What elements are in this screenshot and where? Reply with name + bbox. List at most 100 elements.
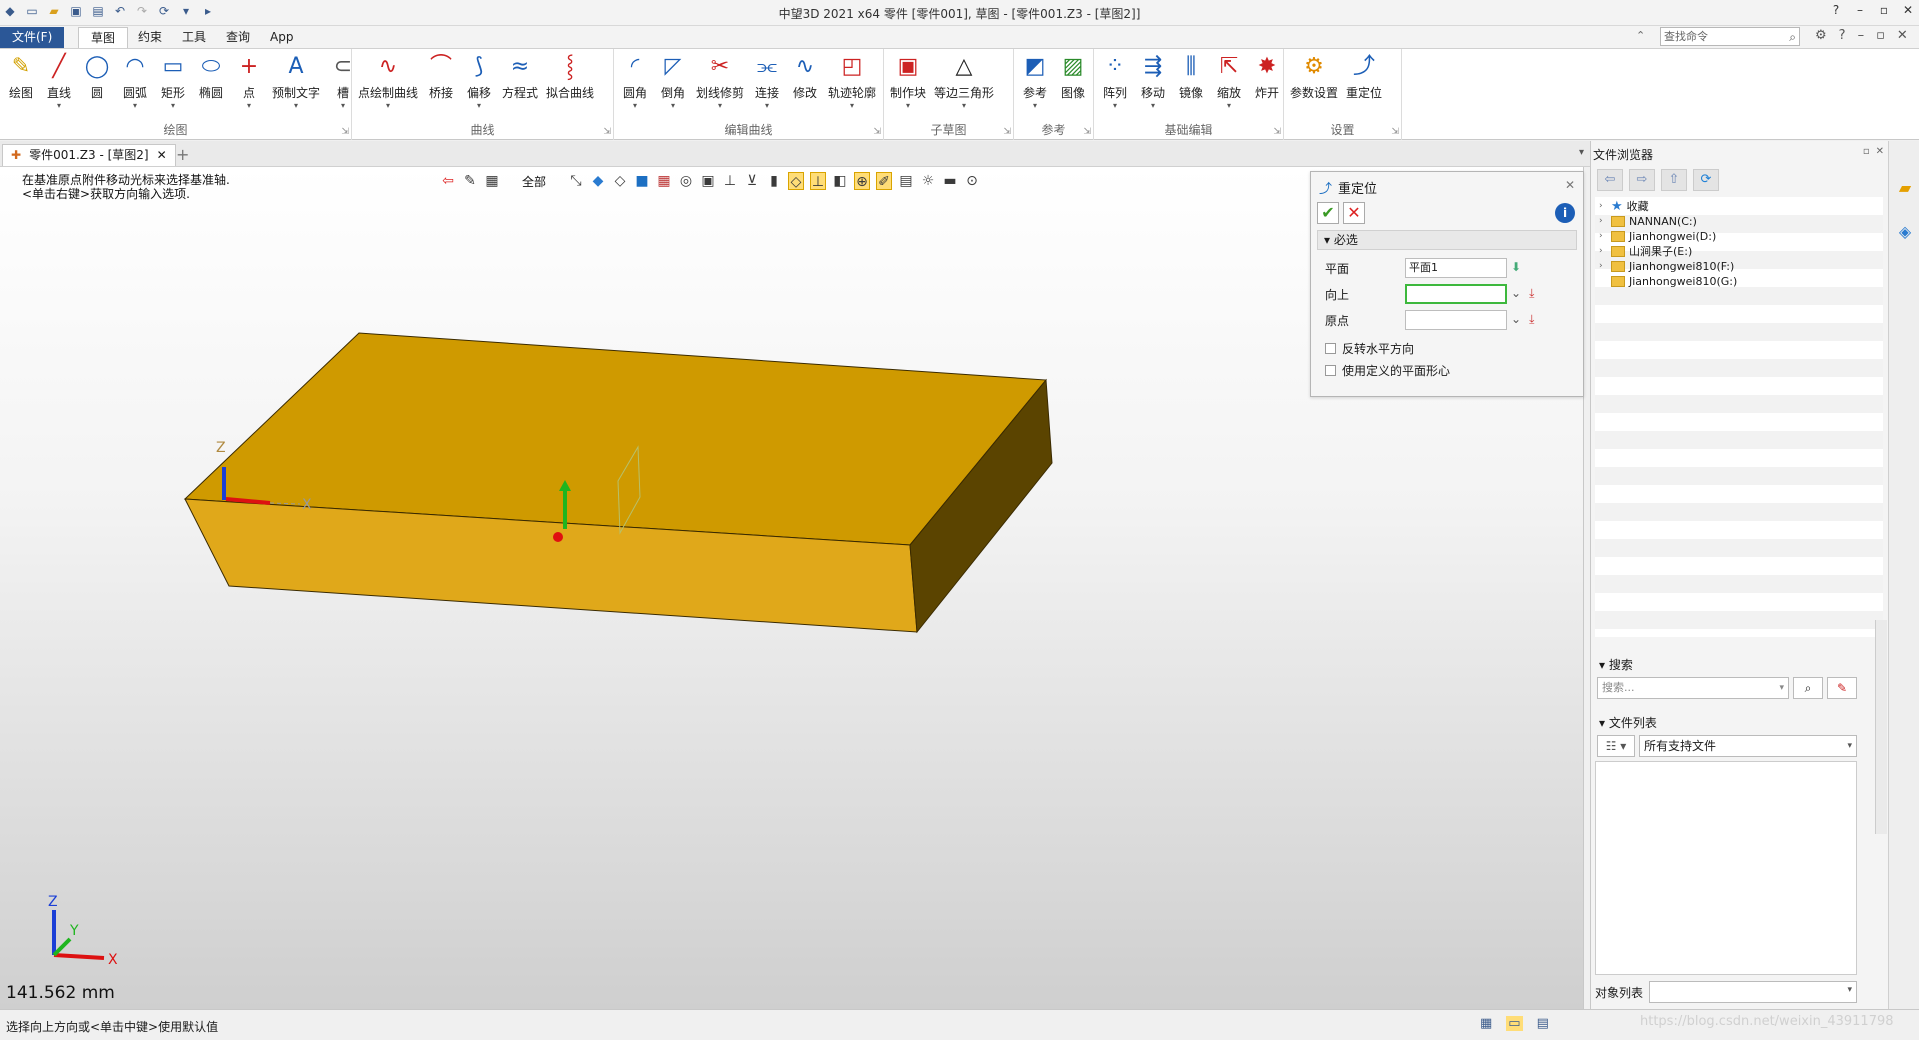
ok-button[interactable]: ✔ xyxy=(1317,202,1339,224)
view-cube-icon[interactable]: ◆ xyxy=(590,172,606,190)
edit-icon[interactable]: ✐ xyxy=(876,172,893,190)
collapse-ribbon-icon[interactable]: ⌃ xyxy=(1636,29,1645,42)
ribbon-button-modify[interactable]: ∿ 修改 xyxy=(786,52,824,111)
section-icon[interactable]: ▣ xyxy=(700,172,716,190)
ribbon-button-fillet[interactable]: ◜ 圆角 ▾ xyxy=(616,52,654,111)
ribbon-button-profile[interactable]: ◰ 轨迹轮廓 ▾ xyxy=(824,52,880,111)
file-search-input[interactable]: 搜索... ▾ xyxy=(1597,677,1789,699)
origin-field[interactable] xyxy=(1405,310,1507,330)
tab-constraint[interactable]: 约束 xyxy=(126,27,174,48)
snap-icon[interactable]: ⤡ xyxy=(568,172,584,190)
ribbon-button-explode[interactable]: ✸ 炸开 xyxy=(1248,52,1286,111)
pick-filter-icon[interactable]: ✎ xyxy=(462,172,478,190)
display-mode-icon[interactable]: ■ xyxy=(634,172,650,190)
display-icon[interactable]: ▭ xyxy=(1506,1016,1523,1031)
tab-query[interactable]: 查询 xyxy=(214,27,262,48)
light-icon[interactable]: ☼ xyxy=(920,172,936,190)
target-icon[interactable]: ⊕ xyxy=(854,172,871,190)
ribbon-button-curve[interactable]: ∿ 点绘制曲线 ▾ xyxy=(354,52,422,111)
filter-dropdown[interactable]: 全部 xyxy=(522,173,546,190)
search-section-header[interactable]: ▾ 搜索 xyxy=(1595,655,1883,675)
panel-close-icon[interactable]: ✕ xyxy=(1876,146,1884,157)
required-section-header[interactable]: ▾ 必选 xyxy=(1317,230,1577,250)
expand-arrow-icon[interactable]: › xyxy=(1599,201,1607,211)
plane-field[interactable]: 平面1 xyxy=(1405,258,1507,278)
ribbon-button-move[interactable]: ⇶ 移动 ▾ xyxy=(1134,52,1172,111)
exit-sketch-icon[interactable]: ⇦ xyxy=(440,172,456,190)
command-search-input[interactable]: 查找命令 ⌕ xyxy=(1660,27,1800,46)
dimension-icon[interactable]: ⊥ xyxy=(722,172,738,190)
render-icon[interactable]: ◎ xyxy=(678,172,694,190)
file-type-filter[interactable]: 所有支持文件 ▾ xyxy=(1639,735,1857,757)
line-style-icon[interactable]: ▬ xyxy=(942,172,958,190)
help-icon[interactable]: ? xyxy=(1839,28,1846,43)
tab-menu-icon[interactable]: ▾ xyxy=(1579,147,1584,158)
ribbon-button-rect[interactable]: ▭ 矩形 ▾ xyxy=(154,52,192,111)
iso-view-icon[interactable]: ◇ xyxy=(612,172,628,190)
up-folder-icon[interactable]: ⇧ xyxy=(1661,169,1687,191)
ribbon-button-line[interactable]: ╱ 直线 ▾ xyxy=(40,52,78,111)
group-launcher-icon[interactable]: ⇲ xyxy=(1003,127,1011,137)
ribbon-button-bridge[interactable]: ⌒ 桥接 xyxy=(422,52,460,111)
group-launcher-icon[interactable]: ⇲ xyxy=(1083,127,1091,137)
group-launcher-icon[interactable]: ⇲ xyxy=(1391,127,1399,137)
forward-icon[interactable]: ⇨ xyxy=(1629,169,1655,191)
ribbon-button-reference[interactable]: ◩ 参考 ▾ xyxy=(1016,52,1054,111)
view-mode-button[interactable]: ☷ ▾ xyxy=(1597,735,1635,757)
ribbon-button-fit-curve[interactable]: ⸾ 拟合曲线 xyxy=(542,52,598,111)
help-icon[interactable]: ? xyxy=(1829,3,1843,17)
ruler-icon[interactable]: ▮ xyxy=(766,172,782,190)
ribbon-button-image[interactable]: ▨ 图像 xyxy=(1054,52,1092,111)
back-icon[interactable]: ⇦ xyxy=(1597,169,1623,191)
constraint-icon[interactable]: ⊥ xyxy=(810,172,827,190)
point-picker-icon[interactable]: ⤓ xyxy=(1529,312,1534,327)
layout-icon[interactable]: ▦ xyxy=(1480,1016,1492,1031)
measure-icon[interactable]: ⊻ xyxy=(744,172,760,190)
panel-float-icon[interactable]: ▫ xyxy=(1863,146,1870,157)
ribbon-button-ellipse[interactable]: ⬭ 椭圆 xyxy=(192,52,230,111)
close-icon[interactable]: ✕ xyxy=(1901,3,1915,17)
expand-arrow-icon[interactable]: › xyxy=(1599,216,1607,226)
group-launcher-icon[interactable]: ⇲ xyxy=(873,127,881,137)
ribbon-button-pencil[interactable]: ✎ 绘图 xyxy=(2,52,40,111)
gear-icon[interactable]: ⚙ xyxy=(1815,28,1827,43)
use-centroid-checkbox[interactable]: 使用定义的平面形心 xyxy=(1325,362,1450,379)
ribbon-button-connect[interactable]: ⫘ 连接 ▾ xyxy=(748,52,786,111)
direction-picker-icon[interactable]: ⤓ xyxy=(1529,286,1534,301)
ribbon-button-reposition[interactable]: ⤴ 重定位 xyxy=(1342,52,1386,111)
dialog-close-icon[interactable]: ✕ xyxy=(1565,178,1575,192)
ribbon-button-text[interactable]: A 预制文字 ▾ xyxy=(268,52,324,111)
ribbon-button-settings[interactable]: ⚙ 参数设置 xyxy=(1286,52,1342,111)
expand-options-icon[interactable]: ⌄ xyxy=(1511,312,1521,327)
ribbon-button-triangle[interactable]: △ 等边三角形 ▾ xyxy=(930,52,998,111)
add-tab-icon[interactable]: + xyxy=(176,145,189,164)
cancel-button[interactable]: ✕ xyxy=(1343,202,1365,224)
shade-icon[interactable]: ◧ xyxy=(832,172,848,190)
pick-plane-icon[interactable]: ⬇ xyxy=(1511,260,1521,274)
group-launcher-icon[interactable]: ⇲ xyxy=(341,127,349,137)
up-direction-field[interactable] xyxy=(1405,284,1507,304)
ribbon-button-arc[interactable]: ◠ 圆弧 ▾ xyxy=(116,52,154,111)
view-options-icon[interactable]: ⊙ xyxy=(964,172,980,190)
ribbon-button-trim[interactable]: ✂ 划线修剪 ▾ xyxy=(692,52,748,111)
grid-icon[interactable]: ▦ xyxy=(656,172,672,190)
expand-arrow-icon[interactable]: › xyxy=(1599,246,1607,256)
close-doc-icon[interactable]: ✕ xyxy=(1897,28,1908,43)
document-tab[interactable]: ✚ 零件001.Z3 - [草图2] ✕ xyxy=(2,144,176,166)
handle-origin[interactable] xyxy=(553,532,563,542)
clear-search-button[interactable]: ✎ xyxy=(1827,677,1857,699)
history-tab-icon[interactable]: ◈ xyxy=(1894,221,1916,243)
file-list-section-header[interactable]: ▾ 文件列表 xyxy=(1595,713,1883,733)
tree-item[interactable]: Jianhongwei810(G:) xyxy=(1599,272,1737,290)
ribbon-button-mirror[interactable]: ⫼ 镜像 xyxy=(1172,52,1210,111)
search-dropdown-icon[interactable]: ▾ xyxy=(1779,678,1784,698)
tab-sketch[interactable]: 草图 xyxy=(78,27,129,48)
expand-arrow-icon[interactable]: › xyxy=(1599,261,1607,271)
ribbon-button-block[interactable]: ▣ 制作块 ▾ xyxy=(886,52,930,111)
tab-tools[interactable]: 工具 xyxy=(170,27,218,48)
restore-icon[interactable]: ▫ xyxy=(1877,3,1891,17)
file-browser-tab-icon[interactable]: ▰ xyxy=(1894,177,1916,199)
expand-options-icon[interactable]: ⌄ xyxy=(1511,286,1521,301)
expand-arrow-icon[interactable]: › xyxy=(1599,231,1607,241)
minimize-icon[interactable]: – xyxy=(1853,3,1867,17)
